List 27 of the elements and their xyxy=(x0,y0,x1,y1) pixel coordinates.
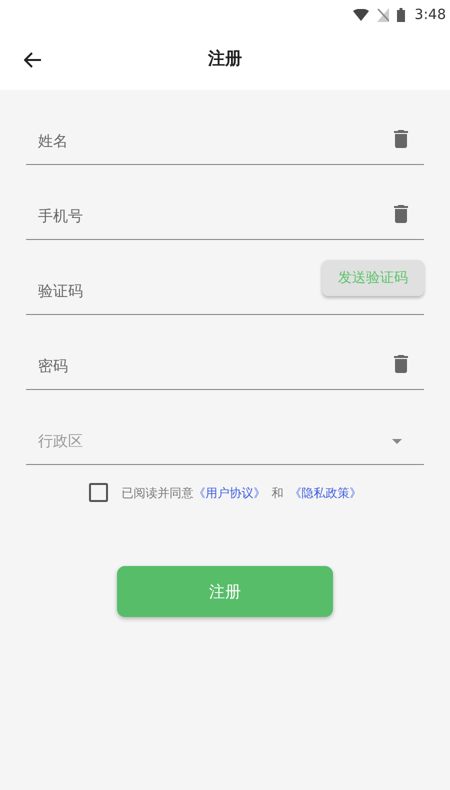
back-arrow-icon[interactable] xyxy=(24,52,42,68)
trash-icon[interactable] xyxy=(394,355,408,373)
battery-icon xyxy=(396,8,405,22)
status-time: 3:48 xyxy=(414,6,446,24)
trash-icon[interactable] xyxy=(394,205,408,223)
text-field[interactable]: 姓名 xyxy=(26,90,424,165)
text-field[interactable]: 手机号 xyxy=(26,165,424,240)
input-field[interactable]: 手机号 xyxy=(38,204,394,227)
send-code-button[interactable]: 发送验证码 xyxy=(322,260,424,296)
page-title: 注册 xyxy=(208,48,242,72)
agreement-and: 和 xyxy=(272,484,284,502)
agreement-checkbox[interactable] xyxy=(88,483,108,502)
input-field[interactable]: 行政区 xyxy=(38,430,392,452)
input-field[interactable]: 姓名 xyxy=(38,130,394,152)
register-button[interactable]: 注册 xyxy=(117,566,333,617)
wifi-icon xyxy=(352,9,369,21)
input-field[interactable]: 验证码 xyxy=(38,280,322,302)
privacy-policy-link[interactable]: 《隐私政策》 xyxy=(290,484,362,502)
agreement-text: 已阅读并同意 xyxy=(122,484,194,502)
input-field[interactable]: 密码 xyxy=(38,354,394,377)
text-field[interactable]: 行政区 xyxy=(26,390,424,465)
no-signal-icon xyxy=(376,8,389,22)
text-field[interactable]: 密码 xyxy=(26,315,424,390)
user-agreement-link[interactable]: 《用户协议》 xyxy=(194,484,266,502)
trash-icon[interactable] xyxy=(394,130,408,148)
text-field[interactable]: 验证码 发送验证码 xyxy=(26,240,424,315)
dropdown-arrow-icon[interactable] xyxy=(392,439,402,444)
